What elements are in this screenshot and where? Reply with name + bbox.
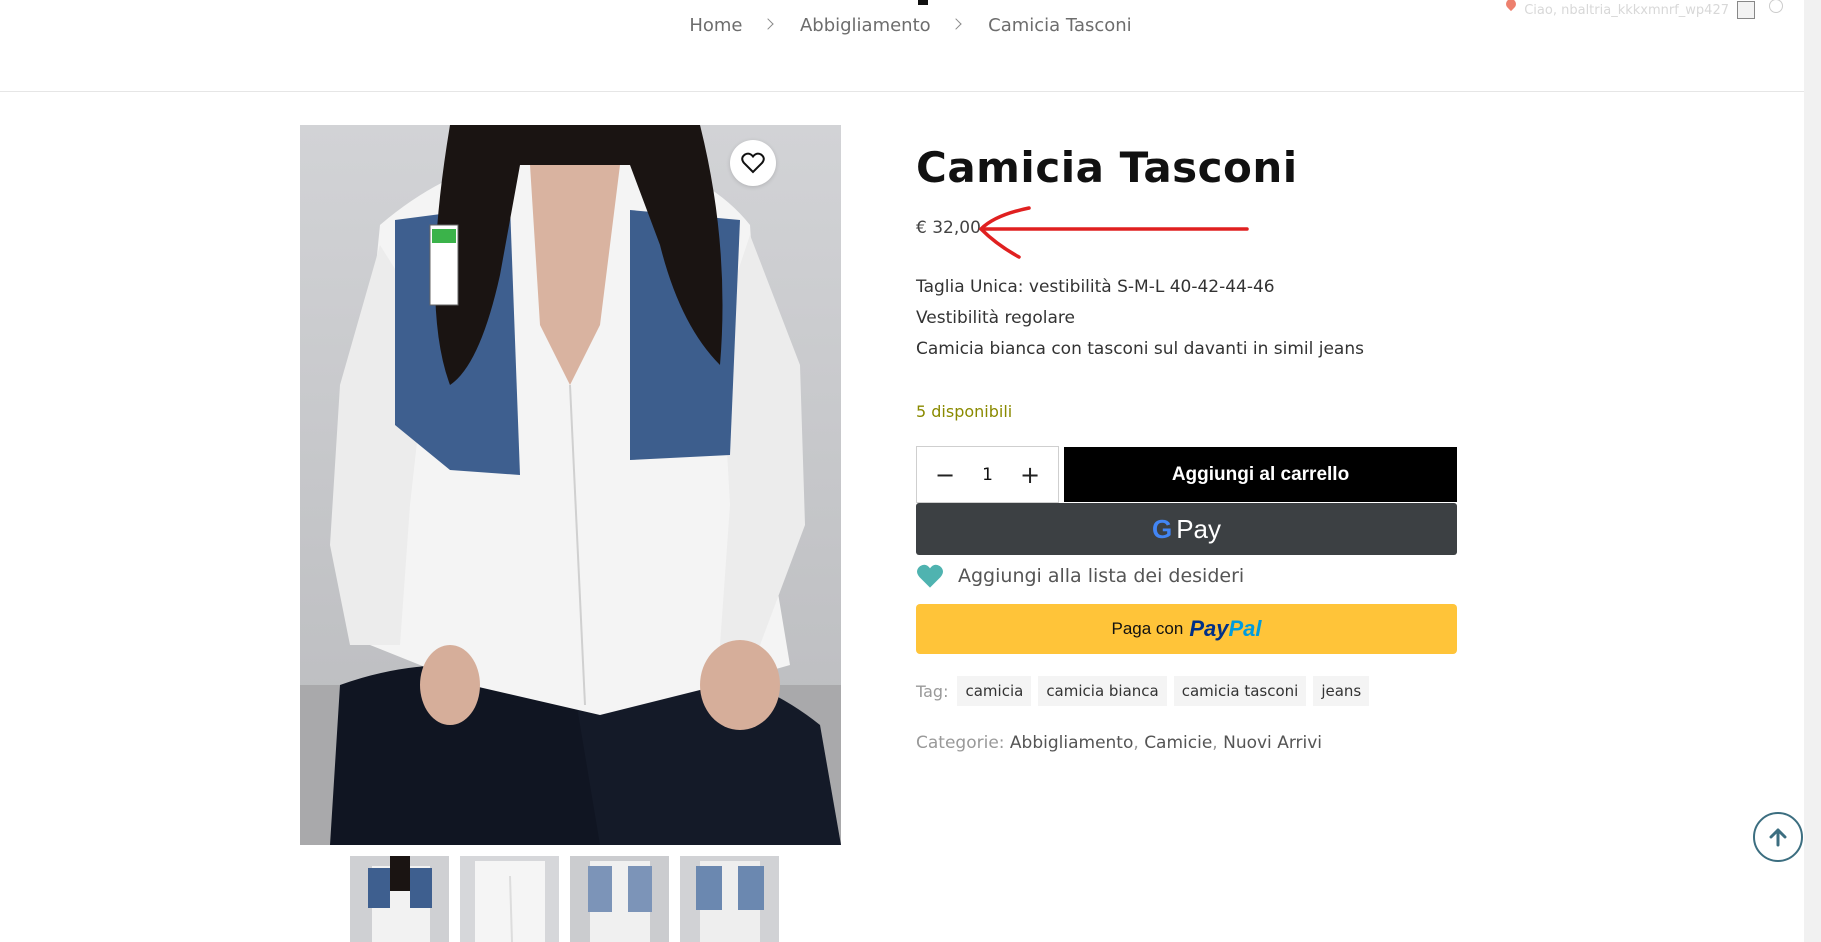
stock-status: 5 disponibili (916, 402, 1013, 421)
google-pay-button[interactable]: G Pay (916, 503, 1457, 555)
product-tags: Tag: camicia camicia bianca camicia tasc… (916, 676, 1370, 706)
arrow-up-icon (1769, 828, 1787, 847)
user-greeting[interactable]: Ciao, nbaltria_kkkxmnrf_wp427 (1524, 3, 1729, 18)
search-icon[interactable] (1769, 0, 1783, 13)
back-to-top-button[interactable] (1753, 812, 1803, 862)
wishlist-label: Aggiungi alla lista dei desideri (958, 565, 1245, 587)
location-pin-icon (1504, 0, 1519, 12)
tag-link[interactable]: camicia bianca (1038, 676, 1167, 706)
tag-link[interactable]: camicia (957, 676, 1032, 706)
quantity-stepper: − 1 + (916, 446, 1059, 503)
red-arrow-annotation (978, 206, 1249, 259)
paypal-prefix: Paga con (1111, 619, 1184, 638)
product-price: € 32,00 (916, 218, 981, 238)
thumbnail-1[interactable] (350, 856, 449, 942)
add-to-cart-button[interactable]: Aggiungi al carrello (1064, 447, 1457, 502)
wishlist-heart-button[interactable] (730, 140, 776, 186)
thumbnail-2[interactable] (460, 856, 559, 942)
tag-link[interactable]: camicia tasconi (1173, 676, 1307, 706)
paypal-logo: PayPal (1189, 616, 1262, 641)
description-line-detail: Camicia bianca con tasconi sul davanti i… (916, 339, 1364, 359)
breadcrumb-home[interactable]: Home (689, 15, 742, 36)
heart-outline-icon (741, 152, 765, 174)
google-g-icon: G (1151, 513, 1173, 544)
category-link[interactable]: Nuovi Arrivi (1223, 733, 1322, 753)
user-area: Ciao, nbaltria_kkkxmnrf_wp427 (1504, 0, 1783, 20)
breadcrumb-abbigliamento[interactable]: Abbigliamento (800, 15, 931, 36)
thumbnail-3[interactable] (570, 856, 669, 942)
add-to-wishlist-link[interactable]: Aggiungi alla lista dei desideri (916, 563, 1244, 589)
decrease-quantity-button[interactable]: − (935, 461, 955, 489)
tags-label: Tag: (916, 681, 949, 701)
thumbnail-gallery (350, 856, 779, 942)
heart-filled-icon (917, 564, 943, 588)
product-categories: Categorie: Abbigliamento, Camicie, Nuovi… (916, 733, 1323, 753)
increase-quantity-button[interactable]: + (1020, 461, 1040, 489)
category-link[interactable]: Camicie (1144, 733, 1212, 753)
category-link[interactable]: Abbigliamento (1010, 733, 1133, 753)
tag-link[interactable]: jeans (1313, 676, 1370, 706)
categories-label: Categorie: (916, 733, 1005, 753)
paypal-button[interactable]: Paga con PayPal (916, 604, 1457, 654)
google-pay-label: Pay (1176, 513, 1222, 544)
scrollbar[interactable] (1804, 0, 1821, 942)
description-line-fit: Vestibilità regolare (916, 308, 1075, 328)
page-title-fragment (918, 0, 928, 5)
user-checkbox[interactable] (1737, 1, 1755, 19)
product-photo (300, 125, 841, 845)
thumbnail-4[interactable] (680, 856, 779, 942)
product-description: Taglia Unica: vestibilità S-M-L 40-42-44… (916, 272, 1364, 365)
product-main-image[interactable] (300, 125, 841, 845)
chevron-right-icon (762, 17, 774, 30)
product-title: Camicia Tasconi (916, 143, 1298, 192)
chevron-right-icon (950, 17, 963, 30)
site-header: Home Abbigliamento Camicia Tasconi Ciao,… (0, 0, 1821, 92)
breadcrumb-current: Camicia Tasconi (988, 14, 1132, 36)
description-line-size: Taglia Unica: vestibilità S-M-L 40-42-44… (916, 277, 1275, 297)
quantity-input[interactable]: 1 (982, 465, 993, 485)
